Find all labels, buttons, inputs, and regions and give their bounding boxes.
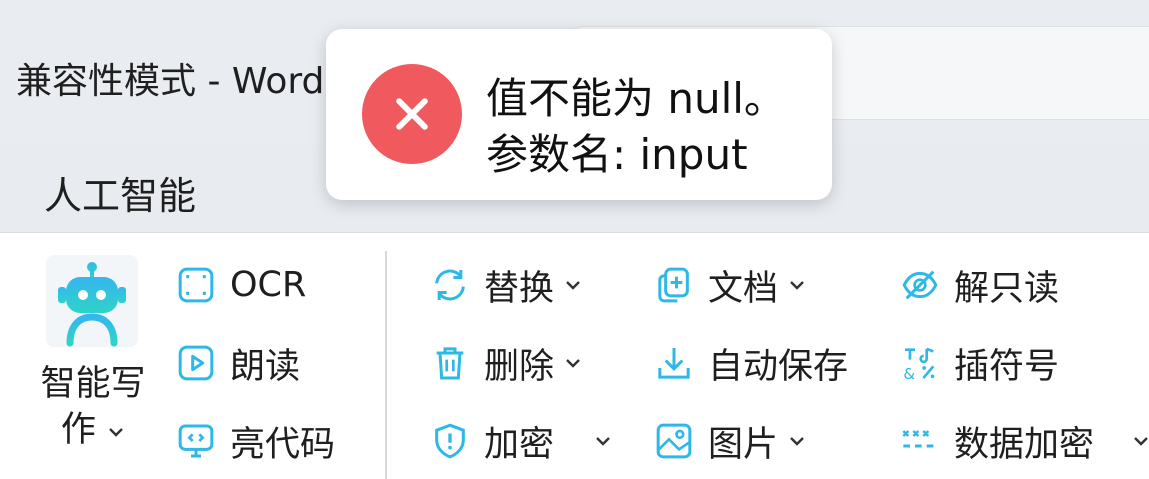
ai-writer-button[interactable] bbox=[46, 255, 138, 347]
trash-icon bbox=[428, 341, 472, 385]
ribbon-separator bbox=[385, 251, 387, 479]
robot-icon bbox=[58, 262, 126, 347]
delete-label: 删除 bbox=[484, 346, 555, 387]
image-label: 图片 bbox=[708, 424, 779, 465]
unlock-readonly-button[interactable]: 解只读 bbox=[898, 261, 1059, 309]
shield-icon bbox=[428, 419, 472, 463]
chevron-down-icon bbox=[592, 430, 614, 452]
encrypt-label: 加密 bbox=[484, 424, 555, 465]
tab-ai[interactable]: 人工智能 bbox=[44, 165, 196, 220]
read-aloud-label: 朗读 bbox=[230, 346, 301, 387]
code-monitor-icon bbox=[174, 419, 218, 463]
image-button[interactable]: 图片 bbox=[652, 417, 808, 465]
document-label: 文档 bbox=[708, 268, 779, 309]
data-encrypt-button[interactable]: 数据加密 bbox=[898, 417, 1149, 465]
insert-symbol-button[interactable]: & 插符号 bbox=[898, 339, 1059, 387]
read-aloud-button[interactable]: 朗读 bbox=[174, 339, 300, 387]
scan-frame-icon bbox=[174, 263, 218, 307]
play-icon bbox=[174, 341, 218, 385]
symbol-icon: & bbox=[898, 341, 942, 385]
error-x-icon bbox=[362, 64, 462, 164]
chevron-down-icon bbox=[562, 352, 584, 374]
chevron-down-icon bbox=[786, 274, 808, 296]
window-title: 兼容性模式 - Word bbox=[16, 61, 325, 102]
ai-writer-label[interactable]: 智能写作 bbox=[36, 361, 150, 453]
download-icon bbox=[652, 341, 696, 385]
autosave-button[interactable]: 自动保存 bbox=[652, 339, 848, 387]
chevron-down-icon bbox=[786, 430, 808, 452]
unlock-readonly-label: 解只读 bbox=[954, 268, 1060, 309]
chevron-down-icon bbox=[1130, 430, 1149, 452]
error-message: 值不能为 null。 bbox=[486, 74, 786, 123]
doc-add-icon bbox=[652, 263, 696, 307]
insert-symbol-label: 插符号 bbox=[954, 346, 1060, 387]
highlight-code-button[interactable]: 亮代码 bbox=[174, 417, 335, 465]
error-param: 参数名: input bbox=[486, 130, 748, 179]
error-toast: 值不能为 null。 参数名: input bbox=[326, 29, 832, 200]
highlight-code-label: 亮代码 bbox=[230, 424, 336, 465]
svg-text:&: & bbox=[903, 365, 915, 383]
eye-off-icon bbox=[898, 263, 942, 307]
chevron-down-icon bbox=[562, 274, 584, 296]
image-icon bbox=[652, 419, 696, 463]
ribbon: 智能写作 OCR 朗读 亮代码 替换 删除 加密 文档 自动保存 图片 解只读 … bbox=[0, 232, 1149, 479]
ocr-button[interactable]: OCR bbox=[174, 261, 306, 309]
chevron-down-icon bbox=[109, 428, 123, 437]
mask-icon bbox=[898, 419, 942, 463]
replace-button[interactable]: 替换 bbox=[428, 261, 584, 309]
delete-button[interactable]: 删除 bbox=[428, 339, 584, 387]
encrypt-button[interactable]: 加密 bbox=[428, 417, 614, 465]
ocr-label: OCR bbox=[230, 265, 307, 305]
data-encrypt-label: 数据加密 bbox=[954, 424, 1095, 465]
replace-label: 替换 bbox=[484, 268, 555, 309]
refresh-icon bbox=[428, 263, 472, 307]
document-button[interactable]: 文档 bbox=[652, 261, 808, 309]
autosave-label: 自动保存 bbox=[708, 346, 849, 387]
